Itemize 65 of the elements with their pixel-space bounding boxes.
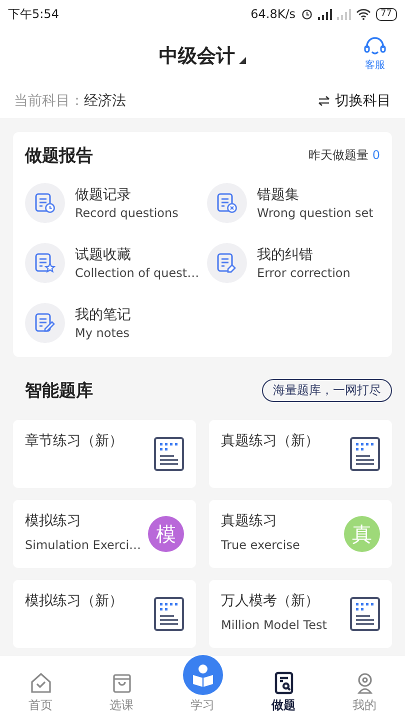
tile-subtitle: Simulation Exerci… [25, 538, 142, 552]
section-title: 智能题库 [25, 380, 93, 402]
favorite-icon [34, 252, 56, 274]
tile-title: 真题练习 [221, 512, 278, 530]
item-subtitle: Collection of quest… [75, 266, 200, 280]
record-icon [34, 192, 56, 214]
switch-subject-button[interactable]: 切换科目 [318, 92, 391, 110]
item-title: 我的纠错 [257, 246, 314, 264]
tile-badge: 模 [148, 516, 184, 552]
yesterday-count: 昨天做题量 0 [308, 147, 380, 164]
document-icon [350, 597, 380, 631]
practice-tile[interactable]: 章节练习（新） [13, 420, 196, 488]
item-subtitle: Wrong question set [257, 206, 374, 220]
report-item[interactable]: 试题收藏 Collection of quest… [25, 243, 207, 283]
dropdown-caret-icon[interactable] [239, 57, 246, 64]
item-title: 做题记录 [75, 186, 132, 204]
practice-tile[interactable]: 模拟练习 Simulation Exerci… 模 [13, 500, 196, 568]
tile-title: 万人模考（新） [221, 592, 320, 610]
battery-icon: 77 [376, 8, 397, 20]
tile-subtitle: Million Model Test [221, 618, 327, 632]
section-title: 做题报告 [25, 145, 93, 167]
practice-tile[interactable]: 真题练习 True exercise 真 [209, 500, 392, 568]
notes-icon [34, 312, 56, 334]
tile-title: 模拟练习 [25, 512, 82, 530]
customer-service-button[interactable]: 客服 [363, 36, 387, 72]
tile-title: 真题练习（新） [221, 432, 319, 450]
course-title[interactable]: 中级会计 [159, 43, 235, 69]
item-title: 试题收藏 [75, 246, 132, 264]
alarm-icon [300, 8, 313, 20]
document-icon [154, 437, 184, 471]
subject-value: 经济法 [84, 92, 126, 110]
tab-bar-item[interactable]: 我的 [334, 671, 394, 714]
tab-bar-item[interactable]: 选课 [92, 671, 152, 714]
slogan-tag: 海量题库，一网打尽 [262, 379, 392, 402]
report-item[interactable]: 我的笔记 My notes [25, 303, 207, 343]
tile-badge: 真 [344, 516, 380, 552]
subject-label: 当前科目： [14, 92, 84, 110]
item-subtitle: Record questions [75, 206, 178, 220]
document-icon [154, 597, 184, 631]
tile-title: 章节练习（新） [25, 432, 123, 450]
home-icon [28, 671, 52, 695]
practice-tile[interactable]: 真题练习（新） [209, 420, 392, 488]
network-speed: 64.8K/s [250, 7, 296, 21]
correction-icon [216, 252, 238, 274]
report-item[interactable]: 做题记录 Record questions [25, 183, 207, 223]
report-item[interactable]: 错题集 Wrong question set [207, 183, 380, 223]
tab-bar-item[interactable]: 首页 [10, 671, 70, 714]
practice-tile[interactable]: 万人模考（新） Million Model Test [209, 580, 392, 648]
report-item[interactable]: 我的纠错 Error correction [207, 243, 380, 283]
item-subtitle: My notes [75, 326, 131, 340]
swap-icon [318, 96, 330, 106]
signal-icon [336, 8, 351, 20]
item-title: 错题集 [257, 186, 300, 204]
practice-tile[interactable]: 模拟练习（新） [13, 580, 196, 648]
tab-bar-item[interactable]: 做题 [254, 671, 314, 714]
wifi-icon [356, 8, 371, 20]
status-time: 下午5:54 [8, 6, 59, 22]
item-title: 我的笔记 [75, 306, 131, 324]
item-subtitle: Error correction [257, 266, 350, 280]
document-icon [350, 437, 380, 471]
tile-subtitle: True exercise [221, 538, 300, 552]
signal-icon [318, 8, 332, 20]
tab-bar-item[interactable]: 学习 [172, 655, 232, 714]
tile-title: 模拟练习（新） [25, 592, 123, 610]
wrong-set-icon [216, 192, 238, 214]
